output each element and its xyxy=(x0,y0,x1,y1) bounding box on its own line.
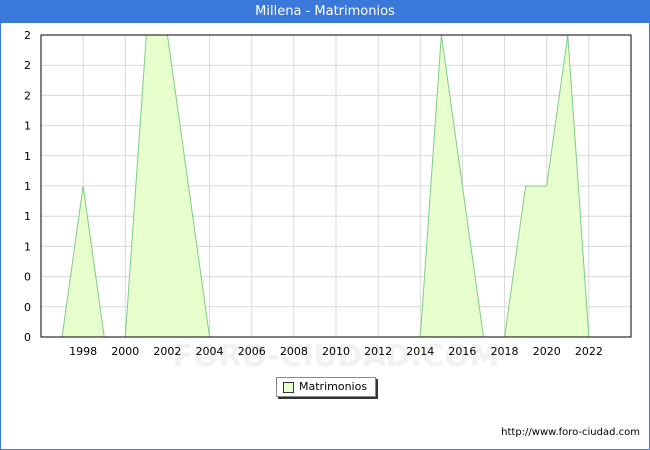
legend-label: Matrimonios xyxy=(299,380,368,393)
y-tick-label: 0 xyxy=(24,301,31,314)
y-tick-label: 1 xyxy=(24,120,31,133)
x-tick-label: 2018 xyxy=(491,345,519,358)
chart-legend: Matrimonios xyxy=(276,377,376,397)
y-tick-label: 1 xyxy=(24,150,31,163)
y-tick-label: 2 xyxy=(24,29,31,42)
y-tick-label: 1 xyxy=(24,210,31,223)
x-tick-label: 2020 xyxy=(533,345,561,358)
x-tick-label: 2002 xyxy=(153,345,181,358)
y-tick-label: 0 xyxy=(24,271,31,284)
x-tick-label: 2022 xyxy=(575,345,603,358)
y-tick-label: 1 xyxy=(24,240,31,253)
x-tick-label: 2016 xyxy=(448,345,476,358)
x-tick-label: 2012 xyxy=(364,345,392,358)
source-link[interactable]: http://www.foro-ciudad.com xyxy=(501,427,640,438)
y-tick-label: 2 xyxy=(24,59,31,72)
y-tick-label: 2 xyxy=(24,89,31,102)
y-tick-label: 1 xyxy=(24,180,31,193)
legend-swatch xyxy=(283,382,294,393)
y-tick-label: 0 xyxy=(24,331,31,344)
x-tick-label: 2004 xyxy=(196,345,224,358)
x-tick-label: 2014 xyxy=(406,345,434,358)
x-tick-label: 2008 xyxy=(280,345,308,358)
x-tick-label: 2010 xyxy=(322,345,350,358)
x-tick-label: 1998 xyxy=(69,345,97,358)
x-tick-label: 2006 xyxy=(238,345,266,358)
x-tick-label: 2000 xyxy=(111,345,139,358)
